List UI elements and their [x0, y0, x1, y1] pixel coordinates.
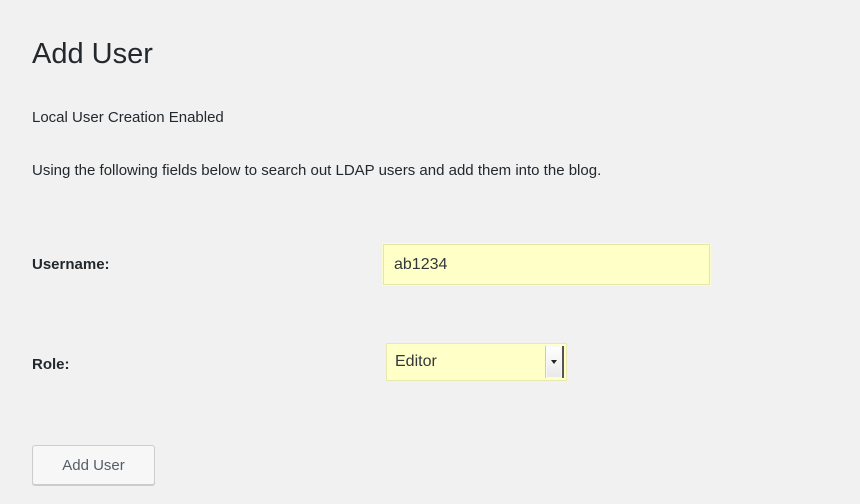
page-title: Add User	[32, 38, 153, 70]
username-input[interactable]	[383, 244, 710, 285]
username-label: Username:	[32, 256, 110, 273]
local-user-creation-notice: Local User Creation Enabled	[32, 109, 224, 126]
role-select-arrow-button[interactable]	[545, 346, 564, 378]
add-user-button[interactable]: Add User	[32, 445, 155, 485]
chevron-down-icon	[551, 360, 557, 364]
role-select[interactable]: Editor	[386, 343, 567, 381]
intro-text: Using the following fields below to sear…	[32, 162, 602, 179]
role-label: Role:	[32, 356, 70, 373]
role-select-value: Editor	[395, 353, 437, 370]
